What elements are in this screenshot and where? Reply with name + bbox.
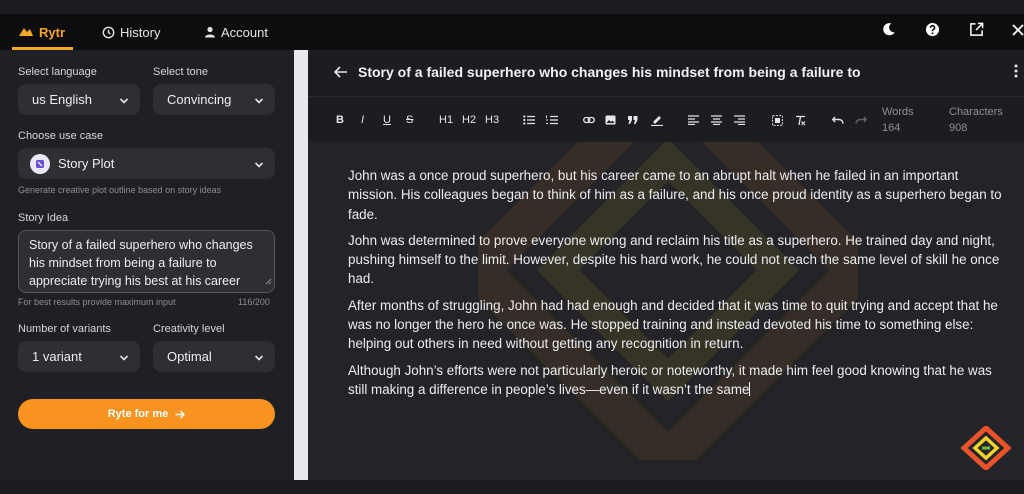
tone-label: Select tone [153, 66, 209, 78]
formatting-toolbar: B I U S H1 H2 H3 Words 164 Characters 90… [308, 96, 1024, 142]
top-navbar: Rytr History Account [0, 14, 1024, 50]
redo-icon[interactable] [855, 113, 867, 127]
ryte-for-me-button[interactable]: Ryte for me [18, 399, 275, 429]
characters-label: Characters [949, 106, 1003, 118]
help-button[interactable] [910, 14, 954, 50]
tab-history-label: History [120, 24, 161, 40]
external-link-icon [969, 22, 984, 42]
brand-logo-icon [960, 426, 1012, 470]
close-icon [1012, 23, 1024, 41]
image-icon[interactable] [605, 113, 616, 127]
help-icon [925, 22, 940, 42]
document-title[interactable]: Story of a failed superhero who changes … [358, 64, 861, 80]
bold-button[interactable]: B [336, 113, 344, 127]
paragraph-2: John was determined to prove everyone wr… [348, 232, 1000, 287]
heading-2-button[interactable]: H2 [462, 113, 476, 127]
character-counter: 116/200 [238, 297, 270, 307]
strikethrough-button[interactable]: S [406, 113, 413, 127]
more-options-icon[interactable] [1014, 64, 1018, 83]
use-case-label: Choose use case [18, 130, 103, 142]
paragraph-1: John was a once proud superhero, but his… [348, 168, 1002, 222]
chevron-down-icon [119, 351, 129, 366]
language-value: us English [32, 92, 92, 107]
tab-rytr[interactable]: Rytr [11, 14, 74, 50]
variants-value: 1 variant [32, 349, 82, 364]
navbar-actions [866, 14, 1024, 50]
story-idea-hint: For best results provide maximum input [18, 297, 176, 307]
words-label: Words [882, 106, 914, 118]
story-idea-input[interactable]: Story of a failed superhero who changes … [18, 230, 275, 293]
heading-3-button[interactable]: H3 [485, 113, 499, 127]
language-select[interactable]: us English [18, 84, 140, 115]
close-button[interactable] [998, 14, 1024, 50]
resize-handle-icon[interactable] [265, 272, 272, 290]
heading-1-button[interactable]: H1 [439, 113, 453, 127]
character-count: Characters 908 [949, 104, 1003, 136]
bullet-list-icon[interactable] [523, 113, 535, 127]
italic-button[interactable]: I [361, 113, 364, 127]
user-icon [204, 26, 216, 38]
paragraph-4-text: Although John’s efforts were not particu… [348, 362, 992, 397]
dark-mode-button[interactable] [866, 14, 910, 50]
variants-select[interactable]: 1 variant [18, 341, 140, 372]
language-label: Select language [18, 66, 97, 78]
tab-account-label: Account [221, 24, 268, 40]
align-right-icon[interactable] [734, 113, 745, 127]
chevron-down-icon [119, 94, 129, 109]
chevron-down-icon [254, 94, 264, 109]
story-idea-text: Story of a failed superhero who changes … [29, 238, 253, 288]
paragraph-4: Although John’s efforts were not particu… [348, 361, 1008, 400]
tone-select[interactable]: Convincing [153, 84, 275, 115]
select-all-icon[interactable] [772, 113, 783, 127]
history-icon [102, 26, 115, 39]
story-idea-label: Story Idea [18, 212, 69, 224]
tab-history[interactable]: History [102, 14, 160, 50]
document-header: Story of a failed superhero who changes … [308, 50, 1024, 96]
word-count: Words 164 [882, 104, 914, 136]
creativity-value: Optimal [167, 349, 212, 364]
chevron-down-icon [254, 158, 264, 173]
text-cursor [749, 381, 751, 396]
characters-value: 908 [949, 122, 968, 134]
undo-icon[interactable] [832, 113, 844, 127]
editor-panel: Story of a failed superhero who changes … [308, 50, 1024, 480]
use-case-select[interactable]: Story Plot [18, 148, 275, 179]
paragraph-3: After months of struggling, John had had… [348, 297, 998, 352]
underline-button[interactable]: U [383, 113, 391, 127]
arrow-right-icon [175, 409, 186, 419]
words-value: 164 [882, 122, 901, 134]
align-left-icon[interactable] [688, 113, 699, 127]
panel-divider [294, 50, 308, 480]
tone-value: Convincing [167, 92, 232, 107]
settings-sidebar: Select language us English Select tone C… [0, 50, 294, 480]
story-plot-icon [30, 153, 50, 174]
tab-rytr-label: Rytr [39, 24, 66, 40]
highlight-pen-icon[interactable] [651, 113, 663, 127]
tab-account[interactable]: Account [204, 14, 268, 50]
rytr-logo-icon [18, 26, 34, 38]
editor-content[interactable]: John was a once proud superhero, but his… [348, 166, 1008, 406]
back-arrow-icon[interactable] [333, 65, 348, 83]
clear-format-icon[interactable] [795, 113, 806, 127]
chevron-down-icon [254, 351, 264, 366]
variants-label: Number of variants [18, 323, 111, 335]
use-case-value: Story Plot [58, 156, 115, 171]
quote-icon[interactable] [628, 113, 638, 127]
open-external-button[interactable] [954, 14, 998, 50]
top-strip [0, 0, 1024, 14]
creativity-select[interactable]: Optimal [153, 341, 275, 372]
ryte-button-label: Ryte for me [107, 408, 169, 420]
align-center-icon[interactable] [711, 113, 722, 127]
link-icon[interactable] [583, 113, 595, 127]
numbered-list-icon[interactable] [546, 113, 558, 127]
use-case-hint: Generate creative plot outline based on … [18, 185, 222, 195]
moon-icon [881, 22, 896, 42]
bottom-strip [0, 480, 1024, 494]
creativity-label: Creativity level [153, 323, 225, 335]
